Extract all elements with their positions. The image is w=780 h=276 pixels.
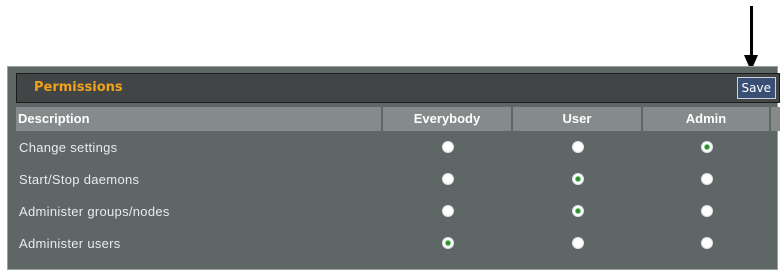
save-button[interactable]: Save: [736, 77, 776, 99]
table-row: Start/Stop daemons: [16, 163, 780, 195]
permissions-panel: Permissions Save Description Everybody U…: [7, 66, 780, 270]
permissions-table: Description Everybody User Admin Change …: [16, 107, 780, 259]
column-header-description: Description: [16, 107, 383, 131]
row-description: Administer groups/nodes: [19, 203, 170, 219]
column-header-admin: Admin: [643, 107, 771, 131]
row-description: Change settings: [19, 139, 118, 155]
radio-user[interactable]: [572, 173, 584, 185]
callout-arrow-icon: [750, 6, 753, 56]
radio-everybody[interactable]: [442, 173, 454, 185]
column-header-filler: [771, 107, 780, 131]
radio-admin[interactable]: [701, 205, 713, 217]
table-row: Change settings: [16, 131, 780, 163]
radio-everybody[interactable]: [442, 237, 454, 249]
radio-admin[interactable]: [701, 173, 713, 185]
permissions-screen: Permissions Save Description Everybody U…: [0, 0, 780, 276]
panel-title: Permissions: [34, 80, 123, 95]
column-header-everybody: Everybody: [383, 107, 513, 131]
radio-everybody[interactable]: [442, 141, 454, 153]
radio-user[interactable]: [572, 205, 584, 217]
radio-admin[interactable]: [701, 141, 713, 153]
table-row: Administer users: [16, 227, 780, 259]
radio-user[interactable]: [572, 141, 584, 153]
table-row: Administer groups/nodes: [16, 195, 780, 227]
row-description: Administer users: [19, 235, 121, 251]
row-description: Start/Stop daemons: [19, 171, 140, 187]
radio-everybody[interactable]: [442, 205, 454, 217]
table-header: Description Everybody User Admin: [16, 107, 780, 131]
radio-user[interactable]: [572, 237, 584, 249]
radio-admin[interactable]: [701, 237, 713, 249]
panel-header: Permissions Save: [16, 73, 780, 103]
column-header-user: User: [513, 107, 643, 131]
